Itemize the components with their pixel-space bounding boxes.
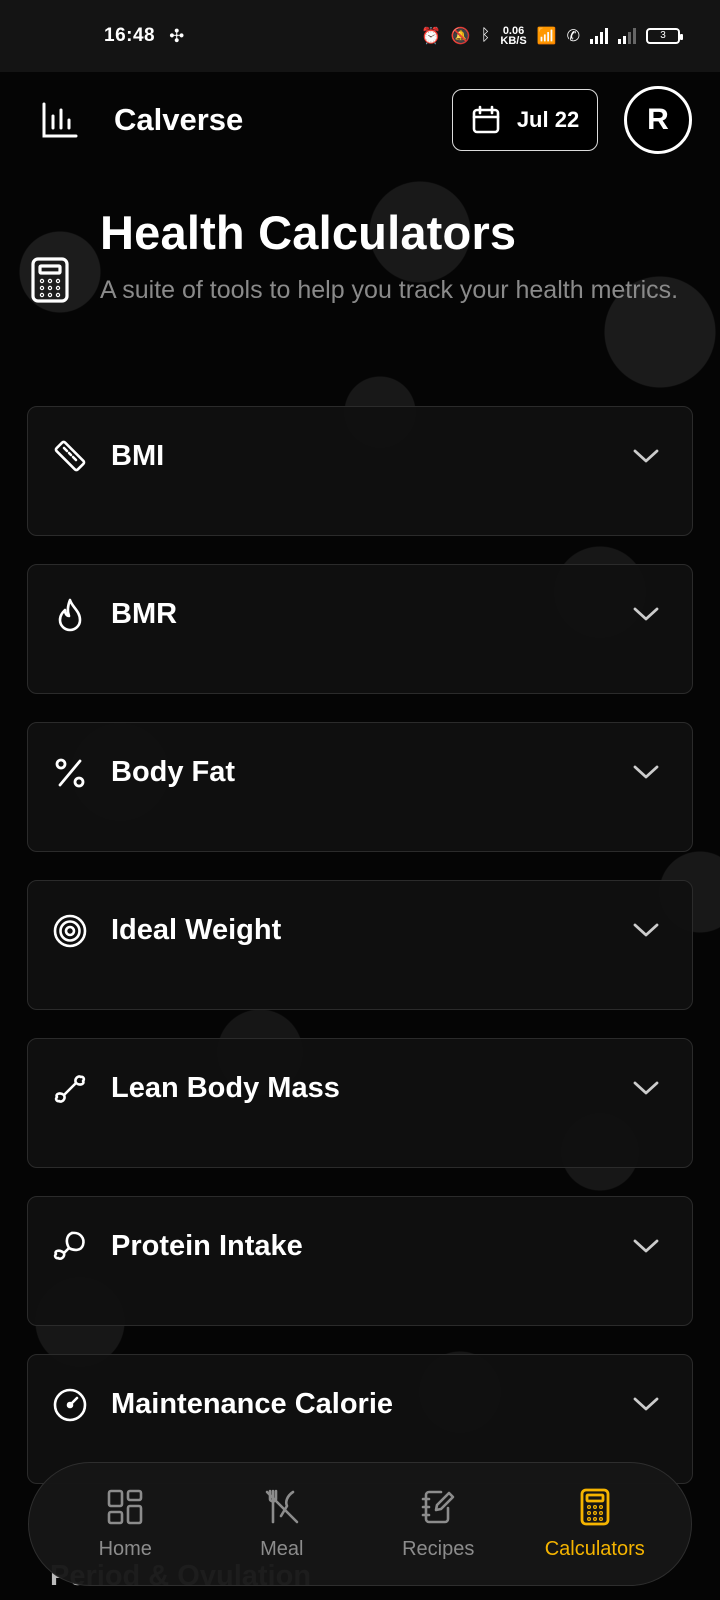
status-icons: ⏰ 🔕 ᛒ 0.06 KB/S 📶 ✆ 3: [420, 26, 683, 47]
avatar[interactable]: R: [624, 86, 692, 154]
nav-label: Calculators: [544, 1537, 645, 1560]
battery-icon: 3: [646, 28, 683, 44]
chevron-down-icon[interactable]: [632, 919, 660, 941]
calculator-card-lean-body-mass[interactable]: Lean Body Mass: [27, 1038, 693, 1168]
calculator-card-bmi[interactable]: BMI: [27, 406, 693, 536]
utensils-icon: [265, 1489, 299, 1523]
status-bar: 16:48 ✣ ⏰ 🔕 ᛒ 0.06 KB/S 📶 ✆ 3: [0, 0, 720, 72]
page-title: Health Calculators: [100, 206, 517, 259]
page-header: Health Calculators A suite of tools to h…: [28, 205, 708, 310]
net-speed-unit: KB/S: [500, 35, 527, 47]
nav-label: Recipes: [402, 1537, 475, 1560]
calculator-label: BMR: [111, 598, 178, 630]
net-speed: 0.06 KB/S: [500, 26, 527, 47]
bone-icon: [54, 1075, 86, 1103]
chevron-down-icon[interactable]: [632, 1393, 660, 1415]
page-subtitle: A suite of tools to help you track your …: [100, 276, 679, 304]
ruler-icon: [54, 440, 86, 472]
chevron-down-icon[interactable]: [632, 445, 660, 467]
calculator-label: Protein Intake: [111, 1230, 303, 1262]
percent-icon: [55, 758, 85, 788]
calculator-card-protein-intake[interactable]: Protein Intake: [27, 1196, 693, 1326]
date-picker-button[interactable]: Jul 22: [452, 89, 598, 151]
mute-icon: 🔕: [450, 28, 471, 45]
calculator-label: Ideal Weight: [111, 914, 282, 946]
alarm-icon: ⏰: [420, 28, 441, 45]
app-header: Calverse Jul 22 R: [0, 72, 720, 168]
calculator-card-bmr[interactable]: BMR: [27, 564, 693, 694]
notebook-pen-icon: [421, 1490, 455, 1523]
nav-meal[interactable]: Meal: [207, 1488, 357, 1561]
calculator-card-ideal-weight[interactable]: Ideal Weight: [27, 880, 693, 1010]
chevron-down-icon[interactable]: [632, 1235, 660, 1257]
calculator-label: BMI: [111, 440, 165, 472]
nav-label: Home: [98, 1537, 152, 1560]
chevron-down-icon[interactable]: [632, 603, 660, 625]
date-label: Jul 22: [516, 107, 580, 132]
nav-home[interactable]: Home: [50, 1488, 200, 1561]
target-icon: [53, 914, 87, 948]
bottom-nav: Home Meal Recipes Calculators: [28, 1462, 692, 1586]
wifi-icon: 📶: [536, 28, 557, 45]
chevron-down-icon[interactable]: [632, 1077, 660, 1099]
pinwheel-icon: ✣: [169, 25, 185, 46]
call-icon: ✆: [566, 28, 580, 45]
bar-chart-icon[interactable]: [40, 100, 80, 140]
signal-icon-2: [618, 28, 636, 44]
bluetooth-icon: ᛒ: [480, 27, 491, 44]
calculator-label: Body Fat: [111, 756, 236, 788]
calculator-card-body-fat[interactable]: Body Fat: [27, 722, 693, 852]
nav-recipes[interactable]: Recipes: [363, 1488, 513, 1561]
calendar-icon: [472, 105, 500, 134]
nav-label: Meal: [260, 1537, 304, 1560]
flame-icon: [58, 598, 82, 632]
calculator-icon: [31, 257, 69, 303]
calculator-label: Lean Body Mass: [111, 1072, 340, 1104]
calculator-list: BMI BMR Body Fat Ideal Weight Lean Body …: [27, 406, 693, 1512]
calculator-label: Maintenance Calorie: [111, 1388, 394, 1420]
drumstick-icon: [53, 1231, 85, 1260]
signal-icon: [590, 28, 608, 44]
chevron-down-icon[interactable]: [632, 761, 660, 783]
calculator-icon: [580, 1488, 610, 1525]
nav-calculators[interactable]: Calculators: [520, 1488, 670, 1561]
status-time: 16:48: [104, 25, 156, 46]
app-title: Calverse: [114, 102, 244, 137]
gauge-icon: [53, 1388, 87, 1422]
grid-icon: [107, 1489, 143, 1524]
